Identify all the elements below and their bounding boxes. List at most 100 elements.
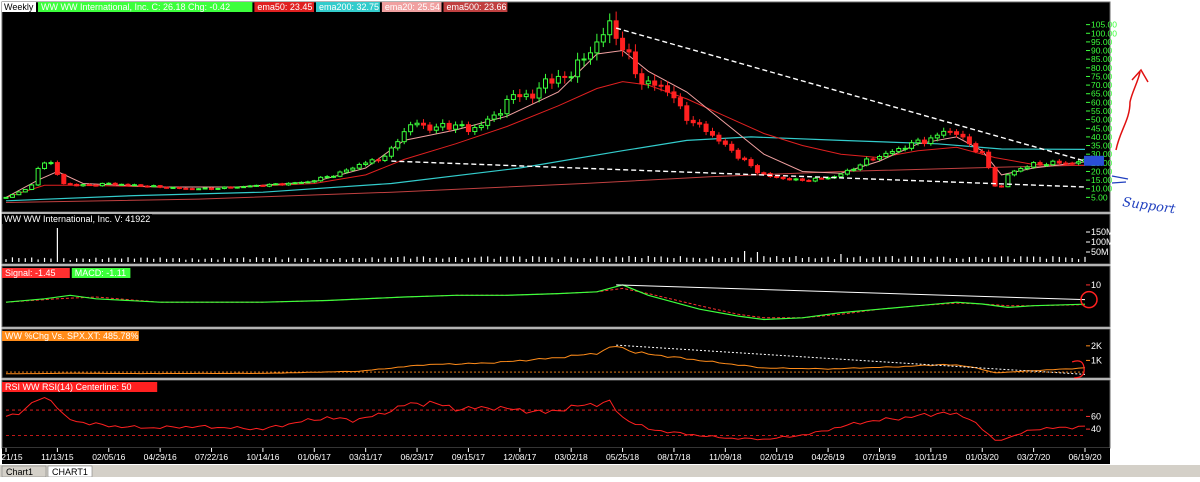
candle-body <box>305 181 311 184</box>
candle-body <box>459 124 465 127</box>
candle-body <box>144 185 150 188</box>
candle-body <box>600 34 606 43</box>
candle-body <box>530 93 536 99</box>
x-tick-label: 04/26/19 <box>812 452 845 462</box>
x-tick-label: 10/11/19 <box>915 452 948 462</box>
candle-body <box>356 163 362 169</box>
candle-body <box>125 183 131 186</box>
candle-body <box>774 175 780 178</box>
candle-body <box>639 73 645 85</box>
candle-body <box>93 184 99 187</box>
candle-body <box>318 176 324 182</box>
x-tick-label: 01/06/17 <box>298 452 331 462</box>
candle-body <box>1024 166 1030 170</box>
candle-body <box>716 134 722 142</box>
candle-body <box>292 182 298 185</box>
candle-body <box>536 87 542 99</box>
candle-body <box>870 158 876 161</box>
x-tick-label: 02/05/16 <box>92 452 125 462</box>
candle-body <box>555 75 561 84</box>
macd-ytick-label: 10 <box>1091 280 1101 290</box>
candle-body <box>966 136 972 145</box>
candle-body <box>523 93 529 98</box>
candle-body <box>86 184 92 187</box>
candle-body <box>594 41 600 54</box>
candle-body <box>607 20 613 36</box>
chart-canvas[interactable]: Weekly WW WW International, Inc. C: 26.18… <box>0 0 1200 478</box>
relative-ytick-label: 2K <box>1091 341 1102 351</box>
candle-body <box>54 162 60 175</box>
candle-body <box>658 84 664 87</box>
candle-body <box>382 155 388 161</box>
candle-body <box>1050 160 1056 166</box>
price-legend-item: ema200: 32.75 <box>319 2 379 12</box>
candle-body <box>799 178 805 181</box>
candle-body <box>902 147 908 150</box>
x-tick-label: 03/27/20 <box>1017 452 1050 462</box>
candle-body <box>491 114 497 120</box>
candle-body <box>35 167 41 186</box>
relative-ytick-label: 1K <box>1091 355 1102 365</box>
x-tick-label: 09/15/17 <box>452 452 485 462</box>
candle-body <box>1043 164 1049 167</box>
x-tick-label: 03/02/18 <box>555 452 588 462</box>
candle-body <box>697 122 703 125</box>
price-legend-item: ema20: 25.54 <box>385 2 440 12</box>
candle-body <box>395 141 401 149</box>
tab-label: CHART1 <box>52 467 88 477</box>
candle-body <box>498 113 504 116</box>
x-tick-label: 11/09/18 <box>709 452 742 462</box>
candle-body <box>74 183 80 187</box>
candle-body <box>9 194 15 198</box>
candle-body <box>934 134 940 139</box>
candle-body <box>857 164 863 170</box>
rsi-legend-item: RSI WW RSI(14) Centerline: 50 <box>5 382 132 392</box>
macd-legend-item: Signal: -1.45 <box>5 268 56 278</box>
candle-body <box>947 130 953 133</box>
candle-body <box>408 124 414 133</box>
volume-panel[interactable] <box>1 213 1111 265</box>
candle-body <box>844 169 850 175</box>
candle-body <box>838 173 844 178</box>
candle-body <box>138 184 144 187</box>
relative-panel[interactable] <box>1 328 1111 379</box>
candle-body <box>575 59 581 78</box>
candle-body <box>883 152 889 157</box>
x-tick-label: 07/19/19 <box>863 452 896 462</box>
candle-body <box>376 159 382 162</box>
candle-body <box>61 173 67 185</box>
price-legend-item: WW WW International, Inc. C: 26.18 Chg: … <box>41 2 230 12</box>
volume-ytick-label: 50M <box>1091 247 1109 257</box>
candle-body <box>819 177 825 180</box>
x-tick-label: 10/14/16 <box>246 452 279 462</box>
price-ytick-label: 5.00 <box>1091 192 1108 202</box>
candle-body <box>504 98 510 115</box>
candle-body <box>684 105 690 121</box>
candle-body <box>453 124 459 130</box>
candle-body <box>16 191 22 196</box>
candle-body <box>568 76 574 79</box>
volume-ytick-label: 150M <box>1091 227 1114 237</box>
candle-body <box>164 186 170 189</box>
macd-panel[interactable] <box>1 265 1111 328</box>
candle-body <box>979 151 985 154</box>
relative-legend-item: WW %Chg Vs. SPX.XT: 485.78% <box>5 331 139 341</box>
candle-body <box>754 165 760 174</box>
rsi-ytick-label: 60 <box>1091 411 1101 421</box>
candle-body <box>941 130 947 136</box>
candle-body <box>209 187 215 190</box>
x-tick-label: 08/17/18 <box>657 452 690 462</box>
candle-body <box>472 127 478 133</box>
candle-body <box>215 187 221 190</box>
x-tick-label: 06/19/20 <box>1068 452 1101 462</box>
candle-body <box>311 180 317 183</box>
candle-body <box>896 147 902 153</box>
candle-body <box>433 126 439 131</box>
candle-body <box>761 172 767 175</box>
candle-body <box>324 176 330 179</box>
volume-ytick-label: 100M <box>1091 237 1114 247</box>
candle-body <box>67 183 73 186</box>
rsi-panel[interactable] <box>1 379 1111 449</box>
candle-body <box>286 182 292 186</box>
candle-body <box>465 124 471 133</box>
